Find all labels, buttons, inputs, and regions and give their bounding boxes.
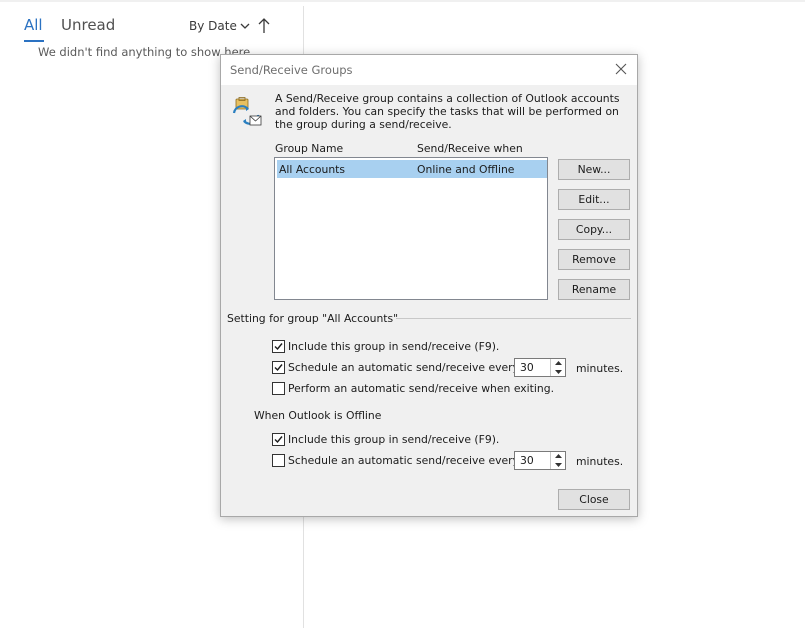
checkbox-label: Schedule an automatic send/receive every <box>288 361 519 374</box>
online-include-checkbox[interactable]: Include this group in send/receive (F9). <box>272 340 499 353</box>
checkmark-icon <box>274 364 283 372</box>
tab-all[interactable]: All <box>24 16 43 34</box>
checkbox-label: Perform an automatic send/receive when e… <box>288 382 555 395</box>
offline-include-checkbox[interactable]: Include this group in send/receive (F9). <box>272 433 499 446</box>
checkbox-box[interactable] <box>272 340 285 353</box>
sort-direction-arrow-icon[interactable] <box>257 17 271 35</box>
list-item[interactable]: All Accounts Online and Offline <box>277 160 547 178</box>
checkmark-icon <box>274 436 283 444</box>
checkbox-label: Include this group in send/receive (F9). <box>288 433 500 446</box>
online-exit-checkbox[interactable]: Perform an automatic send/receive when e… <box>272 382 554 395</box>
group-when-cell: Online and Offline <box>417 163 515 176</box>
rename-button[interactable]: Rename <box>558 279 630 300</box>
send-receive-groups-dialog: Send/Receive Groups A Send/Receive group… <box>220 54 638 517</box>
edit-button[interactable]: Edit... <box>558 189 630 210</box>
checkbox-box[interactable] <box>272 361 285 374</box>
tab-unread[interactable]: Unread <box>61 16 115 34</box>
dialog-title: Send/Receive Groups <box>230 63 353 77</box>
column-header-send-receive-when: Send/Receive when <box>417 142 523 155</box>
tab-all-underline <box>24 40 44 42</box>
checkbox-box[interactable] <box>272 433 285 446</box>
spinner-down-icon[interactable] <box>551 368 565 376</box>
checkbox-label: Include this group in send/receive (F9). <box>288 340 500 353</box>
close-button[interactable]: Close <box>558 489 630 510</box>
online-minutes-spinner[interactable]: 30 <box>514 358 566 377</box>
groups-list[interactable]: All Accounts Online and Offline <box>274 157 548 300</box>
top-border <box>0 0 805 2</box>
sort-label: By Date <box>189 19 237 33</box>
column-header-group-name: Group Name <box>275 142 344 155</box>
spinner-buttons <box>550 452 565 469</box>
copy-button[interactable]: Copy... <box>558 219 630 240</box>
checkmark-icon <box>274 343 283 351</box>
online-schedule-checkbox[interactable]: Schedule an automatic send/receive every <box>272 361 519 374</box>
minutes-label: minutes. <box>576 455 624 468</box>
spinner-up-icon[interactable] <box>551 359 565 367</box>
group-settings-divider <box>396 318 631 319</box>
dialog-titlebar: Send/Receive Groups <box>221 55 637 85</box>
spinner-value[interactable]: 30 <box>520 361 534 374</box>
checkbox-box[interactable] <box>272 454 285 467</box>
send-receive-groups-icon <box>232 97 262 126</box>
remove-button[interactable]: Remove <box>558 249 630 270</box>
spinner-up-icon[interactable] <box>551 452 565 460</box>
spinner-value[interactable]: 30 <box>520 454 534 467</box>
offline-minutes-spinner[interactable]: 30 <box>514 451 566 470</box>
chevron-down-icon <box>240 23 250 29</box>
group-settings-label: Setting for group "All Accounts" <box>227 312 399 325</box>
minutes-label: minutes. <box>576 362 624 375</box>
spinner-buttons <box>550 359 565 376</box>
new-button[interactable]: New... <box>558 159 630 180</box>
sort-by-date-dropdown[interactable]: By Date <box>189 19 250 33</box>
spinner-down-icon[interactable] <box>551 461 565 469</box>
checkbox-box[interactable] <box>272 382 285 395</box>
close-icon[interactable] <box>613 61 629 77</box>
offline-section-label: When Outlook is Offline <box>254 409 382 422</box>
dialog-description: A Send/Receive group contains a collecti… <box>275 92 620 131</box>
group-name-cell: All Accounts <box>279 163 346 176</box>
checkbox-label: Schedule an automatic send/receive every <box>288 454 519 467</box>
offline-schedule-checkbox[interactable]: Schedule an automatic send/receive every <box>272 454 519 467</box>
